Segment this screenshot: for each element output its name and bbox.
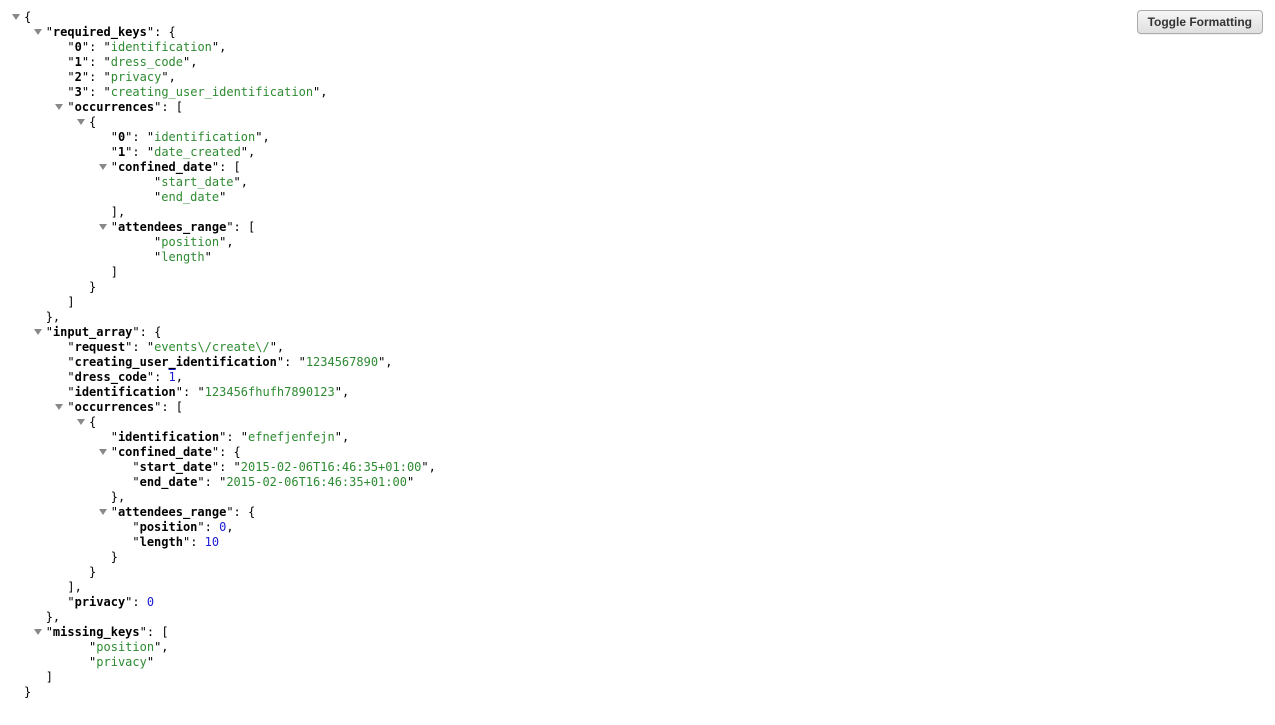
toggle-arrow-icon[interactable]	[34, 629, 42, 635]
json-line: "1": "dress_code",	[12, 55, 1263, 70]
json-line: "occurrences": [	[12, 100, 1263, 115]
json-line: "creating_user_identification": "1234567…	[12, 355, 1263, 370]
json-line: ]	[12, 265, 1263, 280]
toggle-arrow-icon[interactable]	[99, 164, 107, 170]
json-line: "request": "events\/create\/",	[12, 340, 1263, 355]
json-line: ]	[12, 670, 1263, 685]
json-line: },	[12, 610, 1263, 625]
json-line: {	[12, 115, 1263, 130]
toggle-arrow-icon[interactable]	[77, 419, 85, 425]
json-line: "position",	[12, 235, 1263, 250]
toggle-arrow-icon[interactable]	[99, 509, 107, 515]
toggle-formatting-button[interactable]: Toggle Formatting	[1137, 10, 1263, 34]
json-line: "input_array": {	[12, 325, 1263, 340]
json-tree: { "required_keys": { "0": "identificatio…	[12, 10, 1263, 700]
json-line: {	[12, 10, 1263, 25]
json-line: "attendees_range": {	[12, 505, 1263, 520]
json-line: "start_date": "2015-02-06T16:46:35+01:00…	[12, 460, 1263, 475]
json-line: "position": 0,	[12, 520, 1263, 535]
json-line: "confined_date": [	[12, 160, 1263, 175]
json-line: "start_date",	[12, 175, 1263, 190]
toggle-arrow-icon[interactable]	[77, 119, 85, 125]
json-line: "identification": "efnefjenfejn",	[12, 430, 1263, 445]
json-line: }	[12, 565, 1263, 580]
json-line: "length": 10	[12, 535, 1263, 550]
json-line: "length"	[12, 250, 1263, 265]
toggle-arrow-icon[interactable]	[55, 104, 63, 110]
json-line: "3": "creating_user_identification",	[12, 85, 1263, 100]
json-line: "end_date"	[12, 190, 1263, 205]
json-line: }	[12, 280, 1263, 295]
json-line: "end_date": "2015-02-06T16:46:35+01:00"	[12, 475, 1263, 490]
toggle-arrow-icon[interactable]	[55, 404, 63, 410]
json-line: ],	[12, 205, 1263, 220]
toggle-arrow-icon[interactable]	[99, 449, 107, 455]
json-line: "0": "identification",	[12, 130, 1263, 145]
json-line: "confined_date": {	[12, 445, 1263, 460]
json-line: "missing_keys": [	[12, 625, 1263, 640]
json-line: {	[12, 415, 1263, 430]
toggle-arrow-icon[interactable]	[34, 329, 42, 335]
json-line: "dress_code": 1,	[12, 370, 1263, 385]
json-line: "required_keys": {	[12, 25, 1263, 40]
json-line: "2": "privacy",	[12, 70, 1263, 85]
json-line: "identification": "123456fhufh7890123",	[12, 385, 1263, 400]
json-line: },	[12, 490, 1263, 505]
toggle-arrow-icon[interactable]	[34, 29, 42, 35]
json-line: "0": "identification",	[12, 40, 1263, 55]
toggle-arrow-icon[interactable]	[12, 14, 20, 20]
json-line: ],	[12, 580, 1263, 595]
json-line: "attendees_range": [	[12, 220, 1263, 235]
json-line: },	[12, 310, 1263, 325]
json-line: "privacy"	[12, 655, 1263, 670]
json-line: ]	[12, 295, 1263, 310]
json-line: "1": "date_created",	[12, 145, 1263, 160]
json-line: "privacy": 0	[12, 595, 1263, 610]
json-line: }	[12, 685, 1263, 700]
json-line: "occurrences": [	[12, 400, 1263, 415]
toggle-arrow-icon[interactable]	[99, 224, 107, 230]
json-line: "position",	[12, 640, 1263, 655]
json-line: }	[12, 550, 1263, 565]
